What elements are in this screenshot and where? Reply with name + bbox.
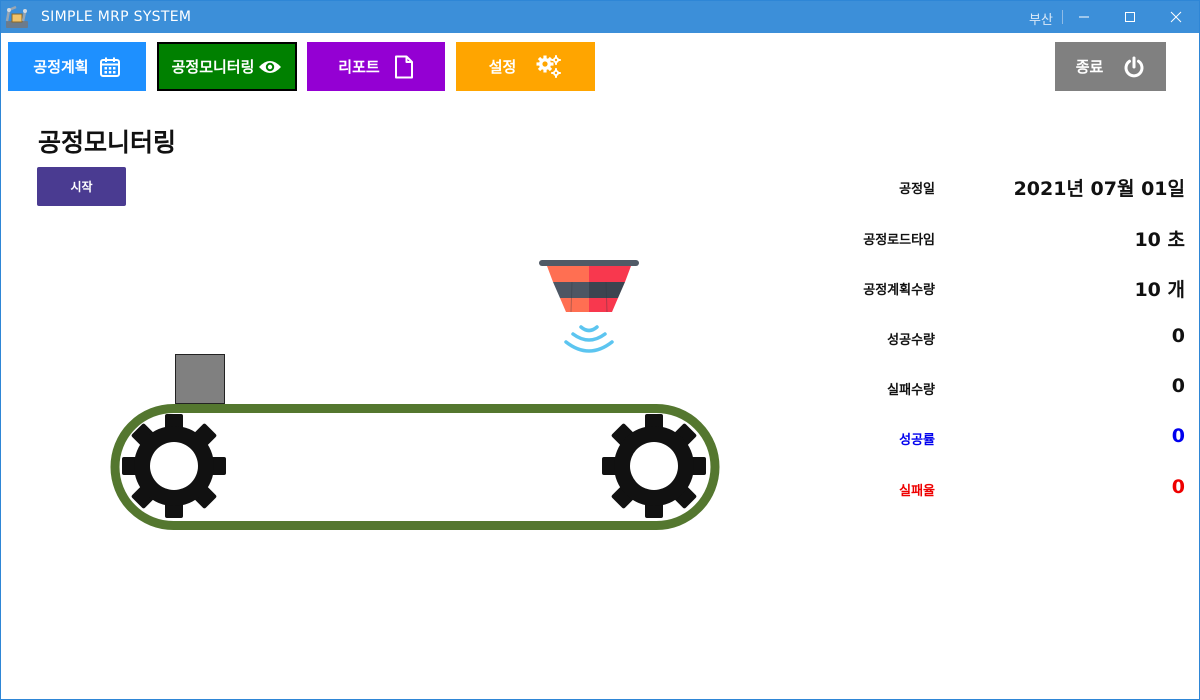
fail-rate-value: 0 — [1171, 476, 1185, 498]
gear-icon — [122, 414, 226, 518]
planned-qty-label: 공정계획수량 — [863, 283, 935, 298]
success-rate-label: 성공률 — [899, 433, 935, 448]
app-window: SIMPLE MRP SYSTEM 부산 공정계획 공정모니터링 리포트 설정 … — [0, 0, 1200, 700]
planned-qty-value: 10 개 — [1134, 279, 1185, 301]
process-date-value: 2021년 07월 01일 — [1013, 178, 1185, 200]
success-qty-label: 성공수량 — [887, 333, 935, 348]
fail-qty-label: 실패수량 — [887, 383, 935, 398]
success-rate-value: 0 — [1171, 425, 1185, 447]
load-time-value: 10 초 — [1134, 229, 1185, 251]
gear-icon — [602, 414, 706, 518]
process-date-label: 공정일 — [899, 182, 935, 197]
load-time-label: 공정로드타임 — [863, 233, 935, 248]
fail-rate-label: 실패율 — [899, 484, 935, 499]
fail-qty-value: 0 — [1171, 375, 1185, 397]
conveyor-illustration — [110, 260, 720, 530]
sensor-funnel-icon — [539, 260, 639, 353]
product-box — [175, 354, 225, 404]
success-qty-value: 0 — [1171, 325, 1185, 347]
